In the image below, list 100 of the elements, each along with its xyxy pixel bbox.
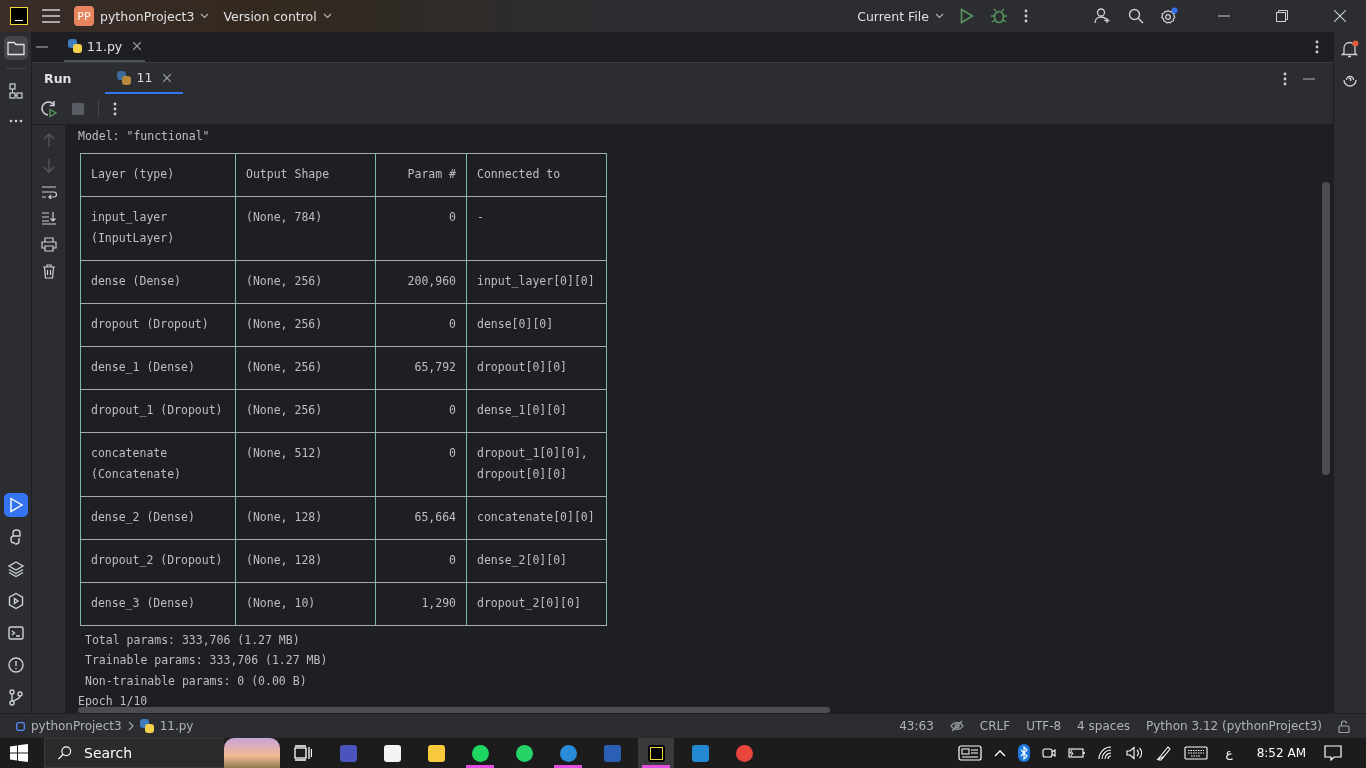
table-cell: dense_3 (Dense) bbox=[80, 582, 236, 625]
close-icon[interactable] bbox=[163, 73, 172, 82]
column-header: Param # bbox=[375, 153, 467, 196]
lock-icon[interactable] bbox=[1338, 719, 1350, 733]
python-file-icon bbox=[117, 70, 132, 85]
table-cell: (None, 256) bbox=[235, 389, 376, 432]
search-icon[interactable] bbox=[1128, 8, 1144, 24]
folder-icon[interactable] bbox=[3, 36, 28, 60]
table-cell: dense_2 (Dense) bbox=[80, 496, 236, 539]
indent-setting[interactable]: 4 spaces bbox=[1077, 719, 1130, 733]
table-cell: dropout_1 (Dropout) bbox=[80, 389, 236, 432]
table-cell: dense (Dense) bbox=[80, 260, 236, 303]
caret-icon bbox=[935, 13, 944, 19]
table-cell: dense[0][0] bbox=[466, 303, 607, 346]
breadcrumb[interactable]: 11.py bbox=[159, 719, 194, 733]
breadcrumb[interactable]: pythonProject3 bbox=[31, 719, 122, 733]
column-header: Layer (type) bbox=[80, 153, 236, 196]
ide-app-icon[interactable] bbox=[638, 738, 674, 768]
table-cell: 65,792 bbox=[375, 346, 467, 389]
pen-icon[interactable] bbox=[1155, 745, 1172, 761]
horizontal-scrollbar[interactable] bbox=[78, 707, 830, 713]
table-cell: dense_2[0][0] bbox=[466, 539, 607, 582]
input-language[interactable]: ع bbox=[1225, 746, 1233, 760]
table-cell: (None, 256) bbox=[235, 303, 376, 346]
app-logo-icon[interactable] bbox=[10, 7, 28, 25]
search-icon[interactable] bbox=[44, 738, 80, 768]
settings-icon[interactable] bbox=[1160, 7, 1178, 25]
caret-icon bbox=[322, 13, 332, 19]
run-icon[interactable] bbox=[3, 493, 28, 517]
table-cell: - bbox=[466, 196, 607, 260]
restore-icon[interactable] bbox=[1276, 10, 1288, 22]
chevron-up-icon[interactable] bbox=[993, 749, 1006, 757]
table-cell: 0 bbox=[375, 196, 467, 260]
rerun-icon[interactable] bbox=[40, 100, 58, 118]
minimize-icon[interactable] bbox=[1303, 77, 1315, 80]
console-line: Epoch 1/10 bbox=[78, 693, 148, 710]
vertical-scrollbar[interactable] bbox=[1322, 182, 1330, 475]
table-cell: (None, 256) bbox=[235, 260, 376, 303]
table-cell: (None, 128) bbox=[235, 496, 376, 539]
caret-position[interactable]: 43:63 bbox=[899, 719, 934, 733]
line-separator[interactable]: CRLF bbox=[979, 719, 1011, 733]
run-panel-title: Run bbox=[44, 71, 72, 86]
clock[interactable]: 8:52 AM bbox=[1256, 746, 1306, 760]
table-cell: 200,960 bbox=[375, 260, 467, 303]
volume-icon[interactable] bbox=[1125, 746, 1144, 760]
table-cell: dropout_2[0][0] bbox=[466, 582, 607, 625]
wifi-icon[interactable] bbox=[1097, 746, 1114, 760]
file-encoding[interactable]: UTF-8 bbox=[1026, 719, 1062, 733]
start-icon[interactable] bbox=[10, 744, 28, 762]
more-icon[interactable] bbox=[113, 102, 117, 116]
caret-icon bbox=[200, 13, 210, 19]
table-cell: (None, 128) bbox=[235, 539, 376, 582]
table-cell: dense_1 (Dense) bbox=[80, 346, 236, 389]
menu-icon[interactable] bbox=[42, 9, 60, 23]
camera-icon[interactable] bbox=[1041, 746, 1056, 760]
module-icon bbox=[16, 721, 25, 731]
task-view-icon[interactable] bbox=[294, 745, 312, 761]
notification-center-icon[interactable] bbox=[1324, 745, 1342, 761]
eye-slash-icon[interactable] bbox=[949, 720, 964, 732]
project-selector[interactable]: PP pythonProject3 bbox=[74, 6, 210, 26]
summary-line: Non-trainable params: 0 (0.00 B) bbox=[85, 672, 307, 690]
chevron-right-icon bbox=[127, 721, 134, 731]
bluetooth-icon[interactable] bbox=[1017, 744, 1030, 762]
more-icon[interactable] bbox=[1283, 71, 1287, 86]
battery-icon[interactable] bbox=[1067, 747, 1086, 759]
column-header: Output Shape bbox=[235, 153, 376, 196]
python-interpreter[interactable]: Python 3.12 (pythonProject3) bbox=[1146, 719, 1322, 733]
keyboard-icon[interactable] bbox=[1183, 746, 1208, 760]
table-cell: concatenate (Concatenate) bbox=[80, 432, 236, 496]
table-cell: (None, 512) bbox=[235, 432, 376, 496]
table-cell: 65,664 bbox=[375, 496, 467, 539]
table-cell: 1,290 bbox=[375, 582, 467, 625]
table-cell: (None, 784) bbox=[235, 196, 376, 260]
news-icon[interactable] bbox=[957, 745, 982, 761]
table-cell: concatenate[0][0] bbox=[466, 496, 607, 539]
close-icon[interactable] bbox=[1334, 10, 1346, 22]
summary-line: Total params: 333,706 (1.27 MB) bbox=[85, 631, 300, 649]
version-control-menu[interactable]: Version control bbox=[223, 8, 332, 24]
more-icon[interactable] bbox=[1024, 9, 1028, 23]
bug-icon[interactable] bbox=[990, 8, 1008, 24]
table-cell: 0 bbox=[375, 303, 467, 346]
scroll-to-end-icon[interactable] bbox=[40, 211, 57, 225]
table-cell: input_layer (InputLayer) bbox=[80, 196, 236, 260]
table-cell: dropout (Dropout) bbox=[80, 303, 236, 346]
table-cell: 0 bbox=[375, 389, 467, 432]
notifications-icon[interactable] bbox=[1341, 40, 1359, 58]
add-user-icon[interactable] bbox=[1094, 8, 1112, 24]
more-icon[interactable] bbox=[1315, 40, 1319, 54]
python-file-icon bbox=[139, 719, 154, 733]
table-cell: 0 bbox=[375, 539, 467, 582]
table-cell: dropout[0][0] bbox=[466, 346, 607, 389]
table-cell: dropout_2 (Dropout) bbox=[80, 539, 236, 582]
soft-wrap-icon[interactable] bbox=[40, 185, 57, 199]
python-file-icon bbox=[68, 39, 82, 53]
print-icon[interactable] bbox=[40, 237, 57, 252]
table-cell: 0 bbox=[375, 432, 467, 496]
close-icon[interactable] bbox=[133, 42, 142, 50]
search-field[interactable]: Search bbox=[80, 738, 224, 768]
run-configuration-selector[interactable]: Current File bbox=[857, 8, 944, 24]
trash-icon[interactable] bbox=[41, 264, 56, 279]
